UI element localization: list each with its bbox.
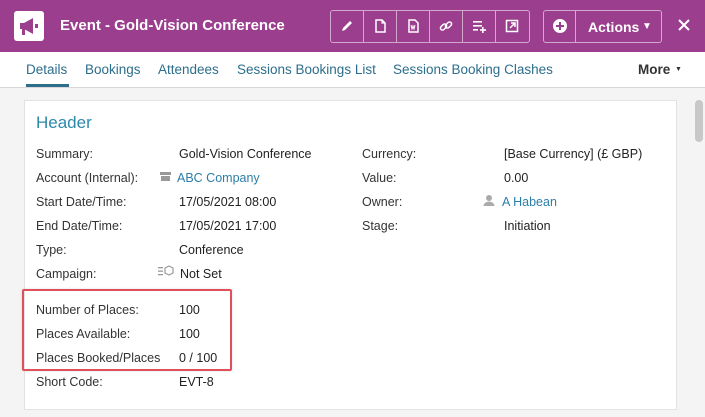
field-label: Summary: [36, 147, 93, 161]
short-code-value: EVT-8 [179, 375, 214, 389]
tab-sessions-bookings-list[interactable]: Sessions Bookings List [237, 62, 376, 77]
active-tab-indicator [26, 84, 69, 87]
title-bar: Event - Gold-Vision Conference Actions ▼ [0, 0, 705, 52]
window-title: Event - Gold-Vision Conference [60, 17, 285, 34]
value-value: 0.00 [504, 171, 529, 185]
open-external-icon [505, 19, 519, 33]
scrollbar[interactable] [695, 100, 703, 142]
record-toolbar [330, 10, 530, 43]
summary-value: Gold-Vision Conference [179, 147, 312, 161]
field-label: Stage: [362, 219, 399, 233]
end-date-value: 17/05/2021 17:00 [179, 219, 277, 233]
campaign-value: Not Set [180, 267, 222, 281]
field-label: Currency: [362, 147, 417, 161]
field-label: Start Date/Time: [36, 195, 127, 209]
add-to-list-icon [473, 21, 486, 33]
edit-button[interactable] [331, 11, 364, 42]
more-menu[interactable]: More [638, 62, 670, 77]
plus-circle-icon [553, 19, 567, 33]
close-button[interactable] [674, 15, 694, 35]
user-icon [483, 195, 495, 206]
owner-link[interactable]: A Habean [502, 195, 557, 209]
field-label: Type: [36, 243, 67, 257]
tab-sessions-booking-clashes[interactable]: Sessions Booking Clashes [393, 62, 553, 77]
highlight-box [22, 289, 232, 371]
add-to-list-button[interactable] [463, 11, 496, 42]
type-value: Conference [179, 243, 244, 257]
stage-value: Initiation [504, 219, 551, 233]
account-link[interactable]: ABC Company [177, 171, 260, 185]
megaphone-icon [14, 11, 44, 41]
section-title: Header [36, 113, 92, 132]
field-label: Account (Internal): [36, 171, 139, 185]
start-date-value: 17/05/2021 08:00 [179, 195, 277, 209]
actions-dropdown[interactable]: Actions ▼ [576, 11, 661, 42]
tab-details[interactable]: Details [26, 62, 67, 77]
open-external-button[interactable] [496, 11, 529, 42]
field-label: Campaign: [36, 267, 97, 281]
tab-bookings[interactable]: Bookings [85, 62, 141, 77]
document-icon [375, 19, 386, 33]
tab-attendees[interactable]: Attendees [158, 62, 219, 77]
document-button[interactable] [364, 11, 397, 42]
actions-group: Actions ▼ [543, 10, 662, 43]
link-icon [439, 21, 453, 31]
field-label: Short Code: [36, 375, 103, 389]
currency-value: [Base Currency] (£ GBP) [504, 147, 643, 161]
caret-down-icon: ▼ [642, 21, 652, 32]
caret-down-icon: ▼ [675, 66, 682, 73]
close-icon [678, 19, 690, 31]
word-document-button[interactable] [397, 11, 430, 42]
link-button[interactable] [430, 11, 463, 42]
building-icon [160, 172, 171, 181]
add-button[interactable] [544, 11, 576, 42]
field-label: End Date/Time: [36, 219, 123, 233]
actions-label: Actions [588, 19, 640, 35]
pencil-icon [342, 21, 352, 31]
word-document-icon [408, 19, 419, 33]
field-label: Owner: [362, 195, 403, 209]
field-label: Value: [362, 171, 397, 185]
campaign-icon [158, 265, 174, 276]
